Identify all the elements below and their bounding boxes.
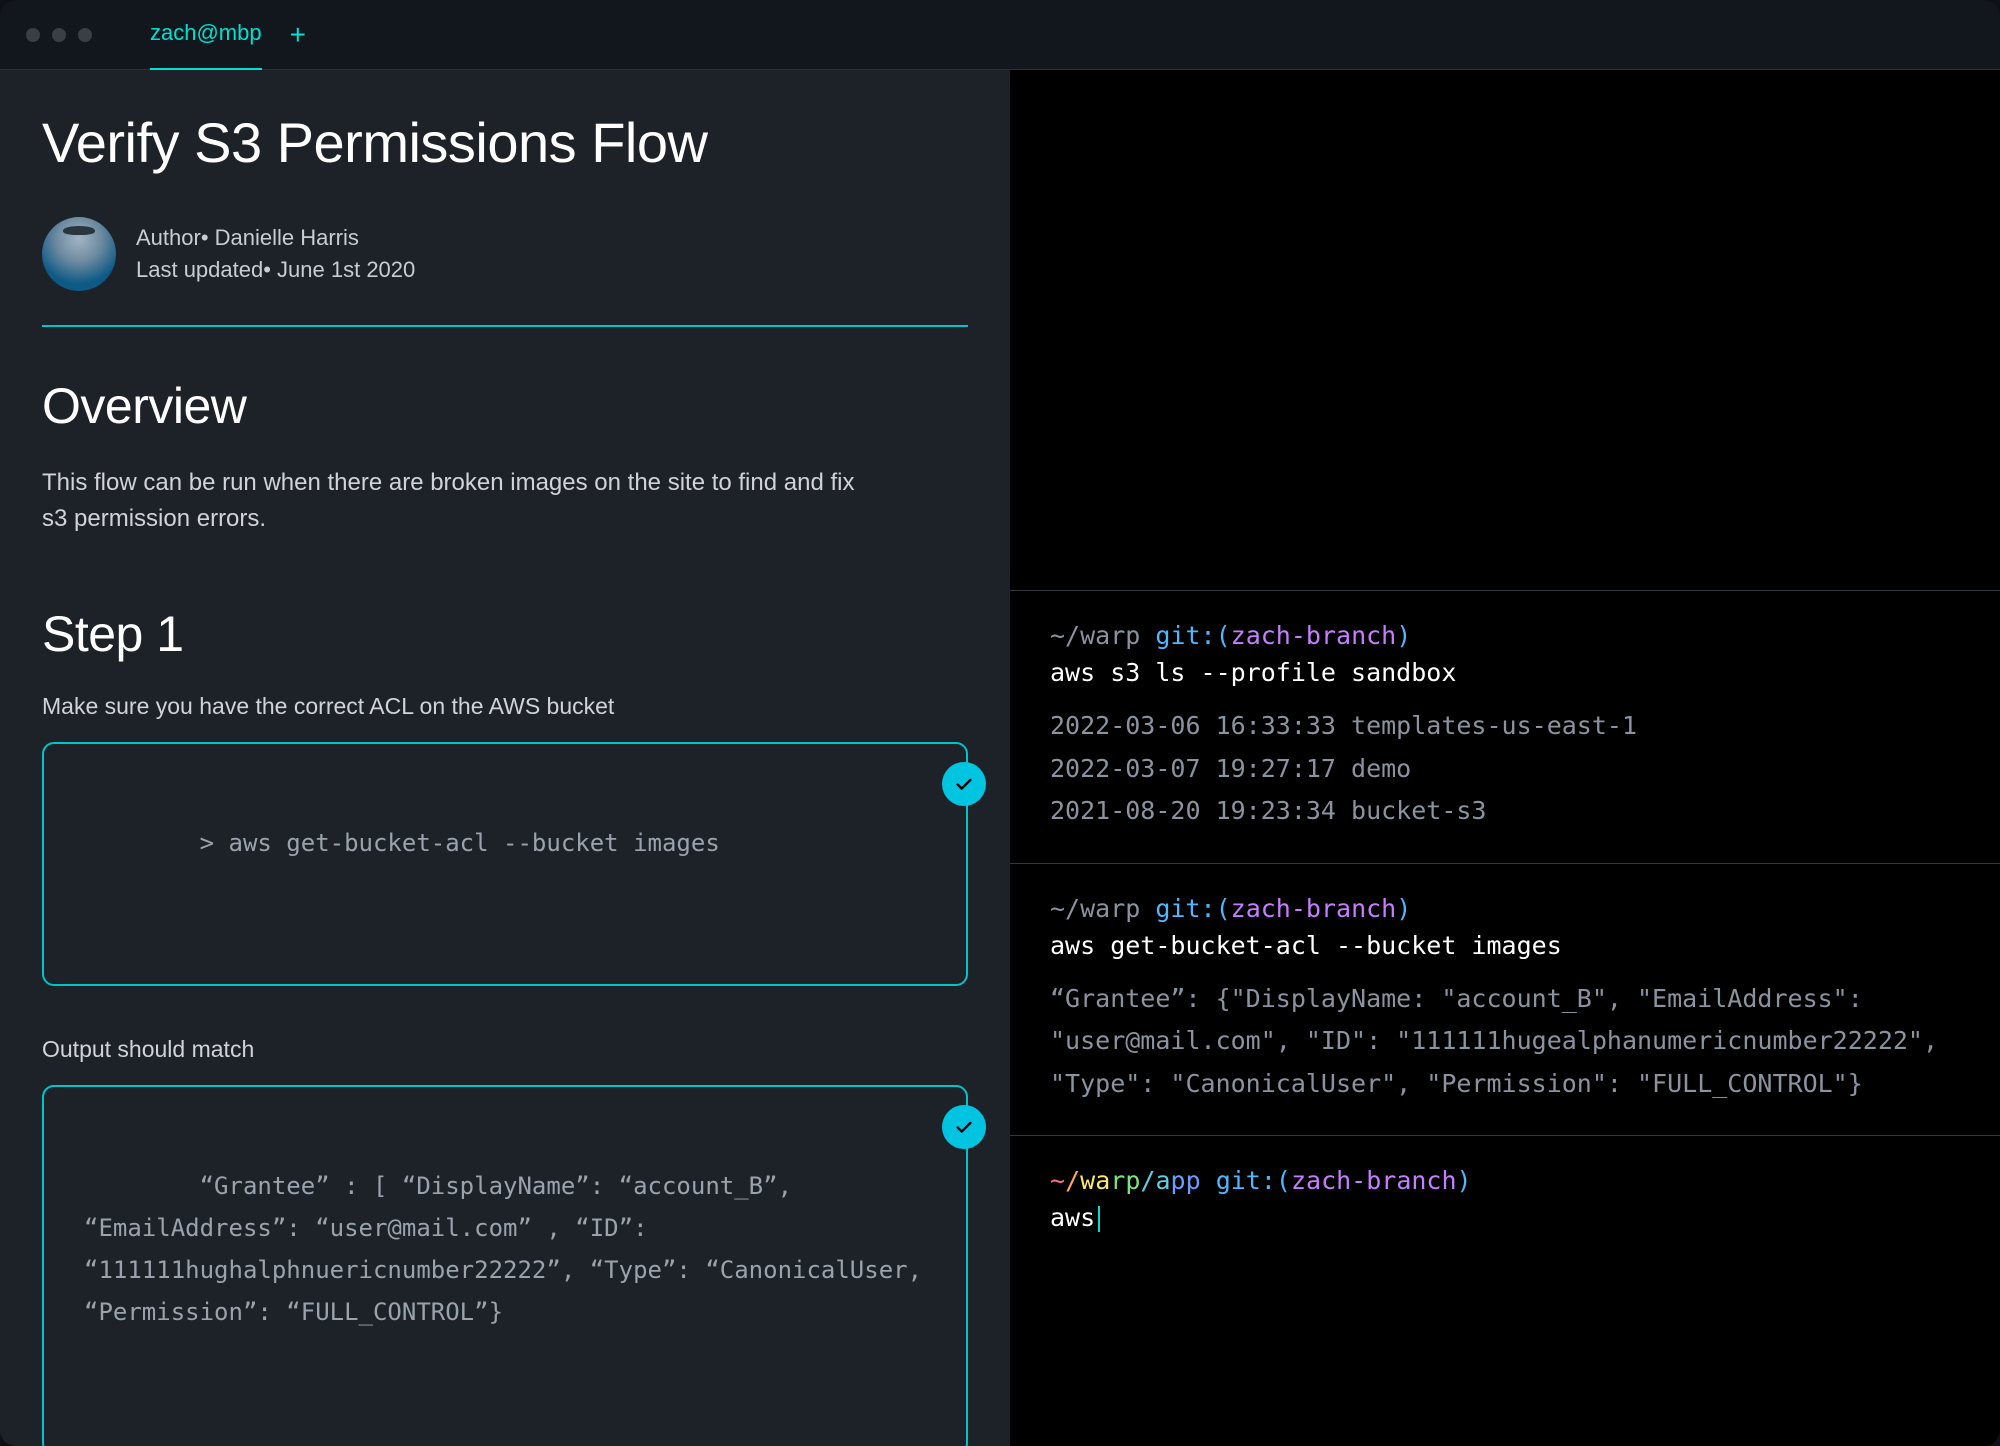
titlebar: zach@mbp + (0, 0, 2000, 70)
avatar (42, 217, 116, 291)
prompt-path: ~/warp (1050, 621, 1140, 650)
command-line: aws s3 ls --profile sandbox (1050, 658, 1960, 687)
prompt: ~/warp git:(zach-branch) (1050, 894, 1960, 923)
author-meta: Author• Danielle Harris Last updated• Ju… (136, 222, 415, 286)
app-window: zach@mbp + Verify S3 Permissions Flow Au… (0, 0, 2000, 1446)
close-window-icon[interactable] (26, 28, 40, 42)
cursor-icon (1098, 1206, 1100, 1232)
window-controls (26, 28, 92, 42)
tab-active[interactable]: zach@mbp (150, 0, 262, 71)
terminal-block[interactable]: ~/warp git:(zach-branch) aws s3 ls --pro… (1010, 590, 2000, 863)
zoom-window-icon[interactable] (78, 28, 92, 42)
output-text: “Grantee” : [ “DisplayName”: “account_B”… (84, 1172, 937, 1326)
command-input[interactable]: aws (1050, 1203, 1960, 1232)
step1-heading: Step 1 (42, 605, 968, 663)
new-tab-button[interactable]: + (290, 19, 306, 51)
prompt-path: ~/warp (1050, 894, 1140, 923)
prompt-branch: zach-branch (1231, 894, 1397, 923)
output-card[interactable]: “Grantee” : [ “DisplayName”: “account_B”… (42, 1085, 968, 1446)
main: Verify S3 Permissions Flow Author• Danie… (0, 70, 2000, 1446)
output-caption: Output should match (42, 1036, 968, 1063)
author-row: Author• Danielle Harris Last updated• Ju… (42, 217, 968, 291)
terminal-block[interactable]: ~/warp git:(zach-branch) aws get-bucket-… (1010, 863, 2000, 1136)
divider (42, 325, 968, 327)
command-card[interactable]: > aws get-bucket-acl --bucket images (42, 742, 968, 986)
prompt-branch: zach-branch (1231, 621, 1397, 650)
page-title: Verify S3 Permissions Flow (42, 110, 968, 175)
command-output: “Grantee”: {"DisplayName: "account_B", "… (1050, 978, 1960, 1106)
author-label: Author• Danielle Harris (136, 222, 415, 254)
prompt-git-label: git: (1216, 1166, 1276, 1195)
overview-heading: Overview (42, 377, 968, 435)
check-icon[interactable] (942, 1105, 986, 1149)
command-output: 2022-03-06 16:33:33 templates-us-east-1 … (1050, 705, 1960, 833)
prompt: ~/warp/app git:(zach-branch) (1050, 1166, 1960, 1195)
overview-body: This flow can be run when there are brok… (42, 465, 862, 537)
prompt-git-label: git: (1155, 894, 1215, 923)
notebook-pane: Verify S3 Permissions Flow Author• Danie… (0, 70, 1010, 1446)
terminal-pane[interactable]: ~/warp git:(zach-branch) aws s3 ls --pro… (1010, 70, 2000, 1446)
command-line: aws get-bucket-acl --bucket images (1050, 931, 1960, 960)
terminal-block-active[interactable]: ~/warp/app git:(zach-branch) aws (1010, 1135, 2000, 1446)
prompt: ~/warp git:(zach-branch) (1050, 621, 1960, 650)
prompt-git-label: git: (1155, 621, 1215, 650)
updated-label: Last updated• June 1st 2020 (136, 254, 415, 286)
command-text: > aws get-bucket-acl --bucket images (200, 829, 720, 857)
prompt-branch: zach-branch (1291, 1166, 1457, 1195)
minimize-window-icon[interactable] (52, 28, 66, 42)
check-icon[interactable] (942, 762, 986, 806)
step1-caption: Make sure you have the correct ACL on th… (42, 693, 968, 720)
terminal-spacer (1010, 70, 2000, 590)
